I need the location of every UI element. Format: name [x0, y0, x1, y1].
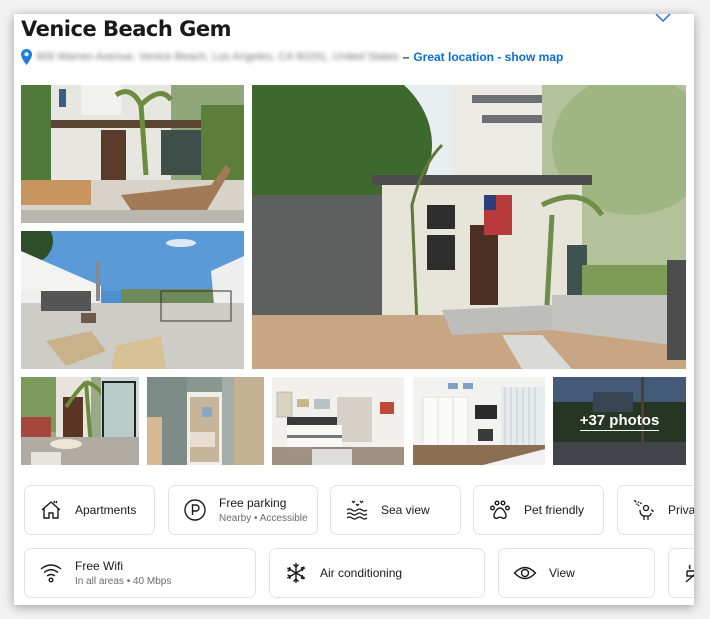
sea-view-icon: [344, 497, 370, 523]
private-icon: [631, 497, 657, 523]
facility-label: Apartments: [75, 503, 137, 517]
location-pin-icon: [21, 49, 32, 65]
facility-sea-view[interactable]: Sea view: [330, 485, 461, 535]
gallery-photo-rooftop-deck[interactable]: [21, 231, 244, 369]
gallery-thumb-side-patio[interactable]: [21, 377, 139, 465]
gallery-thumb-living-room[interactable]: [413, 377, 545, 465]
no-smoking-icon: [682, 560, 694, 586]
facility-label: Free parking: [219, 496, 287, 510]
facility-label: Private: [668, 503, 694, 517]
snowflake-icon: [283, 560, 309, 586]
facility-private[interactable]: Private: [617, 485, 694, 535]
facility-label: Pet friendly: [524, 503, 585, 517]
eye-icon: [512, 560, 538, 586]
apartment-icon: [38, 497, 64, 523]
facility-label: Air conditioning: [320, 566, 403, 580]
more-photos-label: +37 photos: [579, 411, 660, 431]
facility-label: Sea view: [381, 503, 430, 517]
facility-sublabel: Nearby • Accessible: [219, 513, 308, 524]
facility-apartments[interactable]: Apartments: [24, 485, 155, 535]
facility-sublabel: In all areas • 40 Mbps: [75, 576, 172, 587]
facility-label: View: [549, 566, 575, 580]
facility-no-smoking[interactable]: [668, 548, 694, 598]
facility-view[interactable]: View: [498, 548, 655, 598]
gallery-photo-main-exterior[interactable]: [252, 85, 686, 369]
pet-paw-icon: [487, 497, 513, 523]
wifi-icon: [38, 560, 64, 586]
facility-free-parking[interactable]: Free parking Nearby • Accessible: [168, 485, 318, 535]
gallery-thumb-street-view[interactable]: +37 photos: [553, 377, 686, 465]
gallery-photo-exterior-patio[interactable]: [21, 85, 244, 223]
facility-air-conditioning[interactable]: Air conditioning: [269, 548, 485, 598]
gallery-thumb-bedroom[interactable]: [272, 377, 404, 465]
show-map-link[interactable]: Great location - show map: [413, 50, 563, 64]
address-separator: –: [402, 50, 410, 64]
address-row: 909 Warren Avenue, Venice Beach, Los Ang…: [21, 48, 563, 66]
parking-icon: [182, 497, 208, 523]
chevron-down-icon[interactable]: [655, 14, 671, 23]
gallery-thumb-hallway[interactable]: [147, 377, 264, 465]
property-address: 909 Warren Avenue, Venice Beach, Los Ang…: [36, 51, 399, 63]
more-photos-overlay[interactable]: +37 photos: [553, 377, 686, 465]
property-title: Venice Beach Gem: [21, 17, 232, 41]
facility-label: Free Wifi: [75, 559, 123, 573]
facility-pet-friendly[interactable]: Pet friendly: [473, 485, 604, 535]
property-page: Venice Beach Gem 909 Warren Avenue, Veni…: [14, 14, 694, 605]
facility-free-wifi[interactable]: Free Wifi In all areas • 40 Mbps: [24, 548, 256, 598]
